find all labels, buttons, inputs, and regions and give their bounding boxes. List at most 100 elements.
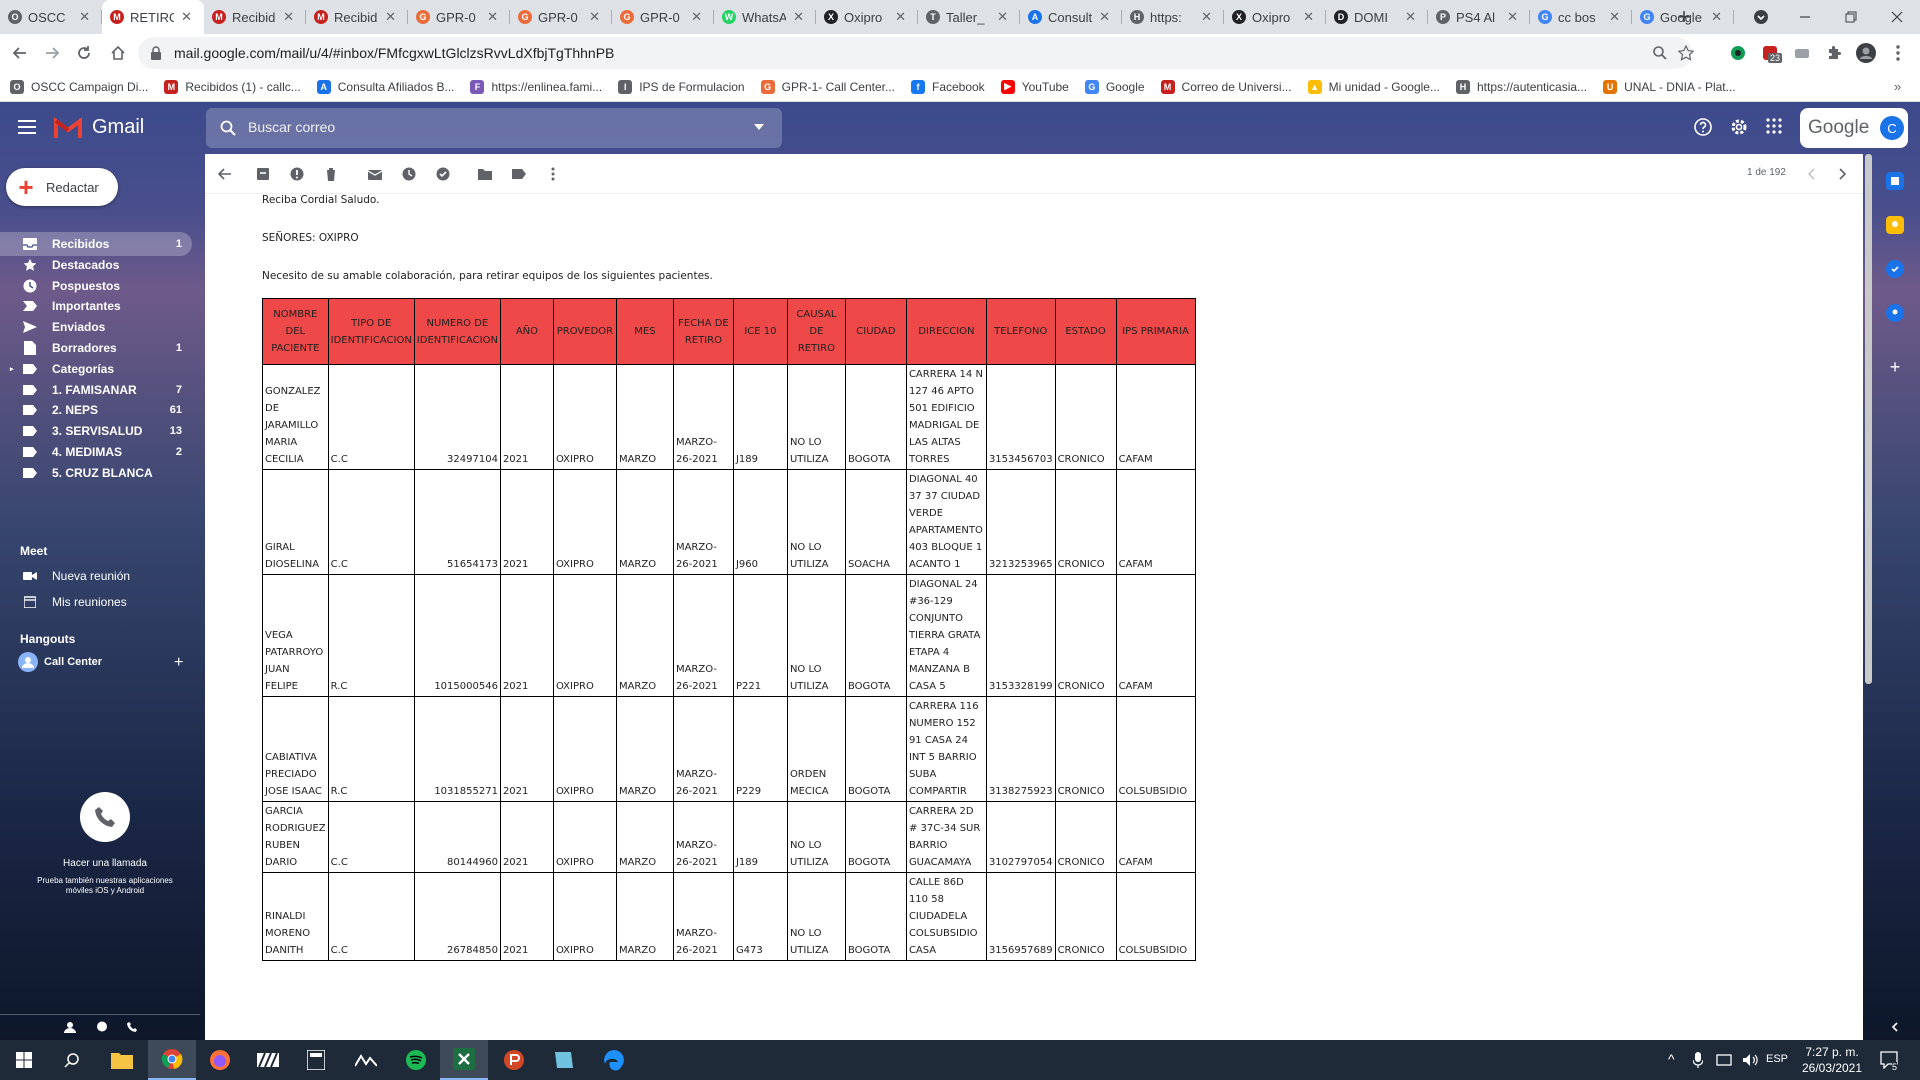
browser-tab[interactable]: M RETIRO ✕ xyxy=(102,0,204,34)
new-tab-button[interactable]: + xyxy=(1670,3,1698,31)
tab-close-icon[interactable]: ✕ xyxy=(1201,9,1212,25)
main-menu-icon[interactable] xyxy=(18,120,36,134)
tab-close-icon[interactable]: ✕ xyxy=(1099,9,1110,25)
account-switcher[interactable]: Google C xyxy=(1800,108,1908,148)
snooze-clock-icon[interactable] xyxy=(401,166,417,182)
back-to-inbox-icon[interactable] xyxy=(217,166,233,182)
microphone-icon[interactable] xyxy=(1693,1052,1703,1068)
extension-icon-2[interactable]: 23 xyxy=(1760,43,1783,63)
tray-overflow-icon[interactable]: ^ xyxy=(1668,1051,1675,1067)
bookmark-item[interactable]: Hhttps://autenticasia... xyxy=(1456,79,1587,94)
label-tag-icon[interactable] xyxy=(511,166,527,182)
expand-caret-icon[interactable]: ▸ xyxy=(10,365,14,373)
phone-small-icon[interactable] xyxy=(126,1021,138,1033)
tab-close-icon[interactable]: ✕ xyxy=(1507,9,1518,25)
move-to-folder-icon[interactable] xyxy=(477,166,493,182)
browser-tab[interactable]: P PS4 Al ✕ xyxy=(1428,0,1530,34)
tab-close-icon[interactable]: ✕ xyxy=(793,9,804,25)
browser-tab[interactable]: Gcc bos ✕ xyxy=(1530,0,1632,34)
report-spam-icon[interactable] xyxy=(289,166,305,182)
tasks-app-icon[interactable] xyxy=(1886,260,1904,278)
clock[interactable]: 7:27 p. m. 26/03/2021 xyxy=(1796,1044,1868,1076)
browser-tab[interactable]: G GPR-0 ✕ xyxy=(612,0,714,34)
browser-tab[interactable]: G GPR-0 ✕ xyxy=(408,0,510,34)
search-options-icon[interactable] xyxy=(754,124,764,130)
meet-new-meeting[interactable]: Nueva reunión xyxy=(0,564,192,588)
expand-panel-icon[interactable] xyxy=(1886,1018,1904,1036)
close-window-button[interactable] xyxy=(1874,0,1920,34)
stocks-app-icon[interactable] xyxy=(342,1040,390,1080)
contacts-app-icon[interactable] xyxy=(1886,304,1904,322)
extension-icon-1[interactable] xyxy=(1728,43,1748,63)
browser-tab[interactable]: T Taller_ ✕ xyxy=(918,0,1020,34)
chat-bubble-icon[interactable] xyxy=(96,1021,108,1033)
browser-tab[interactable]: M Recibidos ✕ xyxy=(306,0,408,34)
tab-search-button[interactable] xyxy=(1738,0,1784,34)
bookmark-item[interactable]: f Facebook xyxy=(910,79,985,94)
zoom-icon[interactable] xyxy=(1652,45,1668,61)
reload-button[interactable] xyxy=(70,39,98,67)
browser-tab[interactable]: X Oxipro ✕ xyxy=(816,0,918,34)
browser-tab[interactable]: D DOMI ✕ xyxy=(1326,0,1428,34)
settings-gear-icon[interactable] xyxy=(1730,118,1748,136)
browser-tab[interactable]: G GPR-0 ✕ xyxy=(510,0,612,34)
minimize-button[interactable] xyxy=(1782,0,1828,34)
search-icon[interactable] xyxy=(220,120,236,136)
help-icon[interactable] xyxy=(1694,118,1712,136)
search-bar[interactable] xyxy=(206,108,782,148)
hangouts-add-icon[interactable]: + xyxy=(174,654,183,672)
input-language[interactable]: ESP xyxy=(1766,1053,1788,1065)
browser-tab[interactable]: O OSCC ✕ xyxy=(0,0,102,34)
extension-icon-3[interactable] xyxy=(1792,43,1812,63)
browser-menu-button[interactable] xyxy=(1888,43,1908,63)
compose-button[interactable]: + Redactar xyxy=(6,168,118,206)
bookmark-item[interactable]: G GPR-1- Call Center... xyxy=(760,79,895,94)
avatar[interactable]: C xyxy=(1880,116,1904,140)
address-bar[interactable]: mail.google.com/mail/u/4/#inbox/FMfcgxwL… xyxy=(138,37,1694,69)
meet-my-meetings[interactable]: Mis reuniones xyxy=(0,590,192,614)
restore-button[interactable] xyxy=(1828,0,1874,34)
browser-tab[interactable]: M Recibidos ✕ xyxy=(204,0,306,34)
powerpoint-taskbar-icon[interactable] xyxy=(490,1040,538,1080)
start-button[interactable] xyxy=(0,1040,48,1080)
tab-close-icon[interactable]: ✕ xyxy=(385,9,396,25)
browser-tab[interactable]: Hhttps: ✕ xyxy=(1122,0,1224,34)
bookmark-item[interactable]: O OSCC Campaign Di... xyxy=(10,79,148,94)
profile-avatar[interactable] xyxy=(1856,43,1876,63)
hangouts-user[interactable]: Call Center xyxy=(18,652,102,672)
gmail-logo-icon[interactable] xyxy=(54,117,82,138)
forward-button[interactable] xyxy=(38,39,66,67)
file-explorer-icon[interactable] xyxy=(98,1040,146,1080)
bookmark-star-icon[interactable] xyxy=(1678,45,1694,61)
volume-icon[interactable] xyxy=(1742,1052,1758,1068)
newer-chevron-icon[interactable] xyxy=(1803,166,1819,182)
bookmark-item[interactable]: I IPS de Formulacion xyxy=(618,79,745,94)
older-chevron-icon[interactable] xyxy=(1835,166,1851,182)
tab-close-icon[interactable]: ✕ xyxy=(895,9,906,25)
browser-tab[interactable]: X Oxipro ✕ xyxy=(1224,0,1326,34)
delete-trash-icon[interactable] xyxy=(323,166,339,182)
bookmark-item[interactable]: ▲ Mi unidad - Google... xyxy=(1307,79,1440,94)
bookmark-item[interactable]: ▶ YouTube xyxy=(1000,79,1069,94)
tab-close-icon[interactable]: ✕ xyxy=(691,9,702,25)
bookmark-item[interactable]: A Consulta Afiliados B... xyxy=(316,79,454,94)
tab-close-icon[interactable]: ✕ xyxy=(79,9,90,25)
taskbar-search-icon[interactable] xyxy=(48,1040,96,1080)
media-app-icon[interactable] xyxy=(244,1040,292,1080)
tab-close-icon[interactable]: ✕ xyxy=(1405,9,1416,25)
tab-close-icon[interactable]: ✕ xyxy=(487,9,498,25)
mark-unread-icon[interactable] xyxy=(367,166,383,182)
tab-close-icon[interactable]: ✕ xyxy=(1711,9,1722,25)
notepad-taskbar-icon[interactable] xyxy=(540,1040,588,1080)
firefox-taskbar-icon[interactable] xyxy=(196,1040,244,1080)
edge-taskbar-icon[interactable] xyxy=(590,1040,638,1080)
call-button[interactable] xyxy=(80,792,130,842)
more-options-icon[interactable] xyxy=(545,166,561,182)
bookmark-item[interactable]: M Recibidos (1) - callc... xyxy=(164,79,301,94)
tab-close-icon[interactable]: ✕ xyxy=(181,9,192,25)
calendar-app-icon[interactable] xyxy=(1886,172,1904,190)
browser-tab[interactable]: A Consulta ✕ xyxy=(1020,0,1122,34)
search-input[interactable] xyxy=(248,119,728,135)
sidebar-item[interactable]: 5. CRUZ BLANCA xyxy=(0,461,192,485)
back-button[interactable] xyxy=(6,39,34,67)
